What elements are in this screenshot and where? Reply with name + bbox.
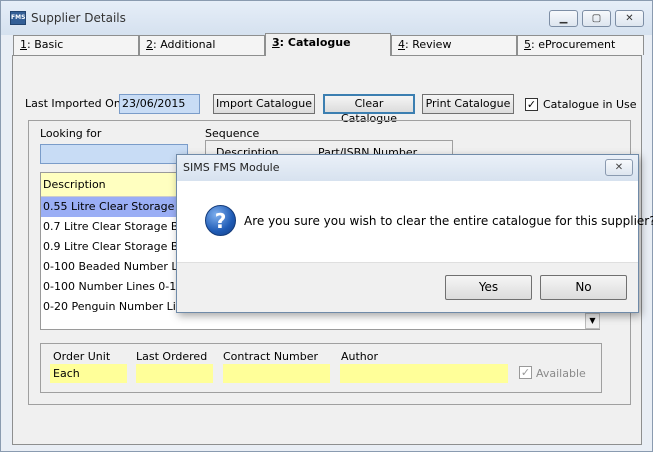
import-catalogue-button[interactable]: Import Catalogue: [213, 94, 315, 114]
looking-for-label: Looking for: [40, 127, 102, 140]
order-unit-field[interactable]: Each: [50, 364, 127, 383]
list-header-description[interactable]: Description: [41, 173, 177, 197]
list-item[interactable]: 0-100 Number Lines 0-100: [41, 277, 177, 297]
confirm-clear-dialog: SIMS FMS Module ✕ ? Are you sure you wis…: [176, 154, 653, 313]
last-imported-label: Last Imported On: [25, 97, 121, 110]
tab-basic[interactable]: 1: Basic: [13, 35, 139, 55]
close-icon: ✕: [625, 13, 634, 24]
no-button[interactable]: No: [540, 275, 627, 300]
catalogue-in-use-checkbox[interactable]: ✓: [525, 98, 538, 111]
minimize-button[interactable]: ▁: [549, 10, 578, 27]
print-catalogue-button[interactable]: Print Catalogue: [422, 94, 514, 114]
list-item[interactable]: 0.55 Litre Clear Storage Box: [41, 197, 177, 217]
list-item[interactable]: 0.9 Litre Clear Storage Box: [41, 237, 177, 257]
close-icon: ✕: [614, 162, 624, 173]
question-icon: ?: [205, 205, 236, 236]
tab-eprocurement[interactable]: 5: eProcurement: [517, 35, 644, 55]
last-ordered-field[interactable]: [136, 364, 213, 383]
order-unit-label: Order Unit: [53, 350, 111, 363]
dialog-close-button[interactable]: ✕: [605, 159, 633, 176]
yes-button[interactable]: Yes: [445, 275, 532, 300]
chevron-down-icon: ▼: [589, 316, 596, 325]
maximize-icon: ▢: [591, 13, 602, 24]
available-label: Available: [536, 367, 586, 380]
close-button[interactable]: ✕: [615, 10, 644, 27]
catalogue-in-use-label: Catalogue in Use: [543, 98, 637, 111]
sequence-label: Sequence: [205, 127, 260, 140]
available-checkbox[interactable]: ✓: [519, 366, 532, 379]
maximize-button[interactable]: ▢: [582, 10, 611, 27]
contract-number-label: Contract Number: [223, 350, 319, 363]
contract-number-field[interactable]: [223, 364, 330, 383]
author-field[interactable]: [340, 364, 508, 383]
tab-review[interactable]: 4: Review: [391, 35, 517, 55]
clear-catalogue-button[interactable]: Clear Catalogue: [323, 94, 415, 125]
looking-for-input[interactable]: [40, 144, 188, 164]
supplier-details-window: FMS Supplier Details ▁ ▢ ✕ 1: Basic 2: A…: [0, 0, 653, 452]
fms-app-icon: FMS: [10, 11, 26, 25]
title-bar: FMS Supplier Details ▁ ▢ ✕: [1, 1, 652, 35]
list-item[interactable]: 0.7 Litre Clear Storage Box: [41, 217, 177, 237]
author-label: Author: [341, 350, 379, 363]
list-item[interactable]: 0-100 Beaded Number Line: [41, 257, 177, 277]
tab-catalogue[interactable]: 3: Catalogue: [265, 33, 391, 56]
tab-additional[interactable]: 2: Additional: [139, 35, 265, 55]
last-imported-field[interactable]: 23/06/2015: [119, 94, 200, 114]
list-item[interactable]: 0-20 Penguin Number Line: [41, 297, 177, 317]
minimize-icon: ▁: [559, 13, 568, 24]
last-ordered-label: Last Ordered: [136, 350, 208, 363]
dialog-title: SIMS FMS Module: [177, 155, 638, 181]
dialog-message: Are you sure you wish to clear the entir…: [244, 214, 653, 228]
window-title: Supplier Details: [31, 11, 126, 25]
scroll-down-arrow[interactable]: ▼: [585, 313, 600, 329]
